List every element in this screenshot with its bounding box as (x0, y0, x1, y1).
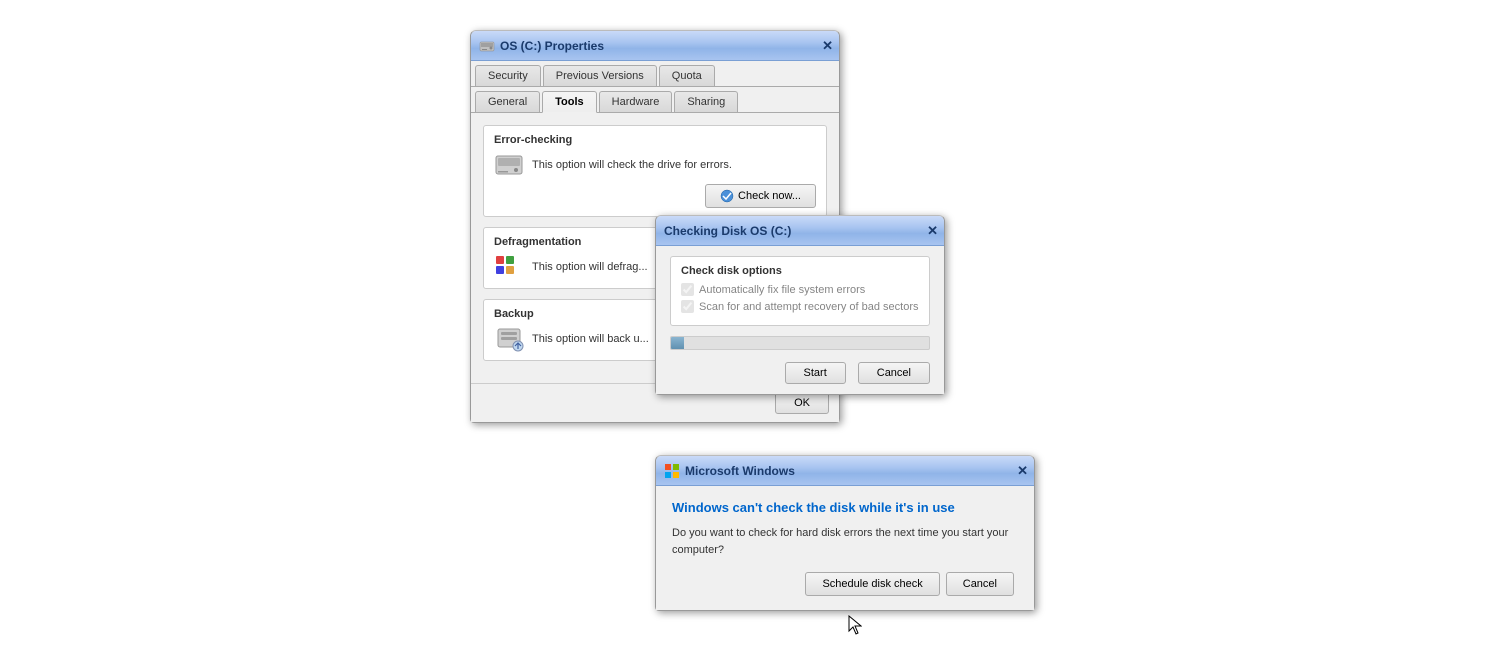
mswindows-dialog: Microsoft Windows ✕ Windows can't check … (655, 455, 1035, 611)
tab-general[interactable]: General (475, 91, 540, 112)
mouse-cursor (848, 615, 862, 635)
defrag-icon (494, 254, 524, 280)
option2-label: Scan for and attempt recovery of bad sec… (699, 301, 919, 313)
error-checking-title: Error-checking (494, 134, 816, 146)
checkdisk-title-bar[interactable]: Checking Disk OS (C:) ✕ (656, 216, 944, 246)
tab-hardware[interactable]: Hardware (599, 91, 673, 112)
check-now-button[interactable]: Check now... (705, 184, 816, 208)
tab-previous-versions[interactable]: Previous Versions (543, 65, 657, 86)
warning-title: Windows can't check the disk while it's … (672, 500, 1018, 515)
group-title: Check disk options (681, 265, 919, 277)
properties-title-text: OS (C:) Properties (479, 38, 604, 54)
mswindows-title-text: Microsoft Windows (664, 463, 795, 479)
checkdisk-body: Check disk options Automatically fix fil… (656, 246, 944, 394)
tab-security[interactable]: Security (475, 65, 541, 86)
tab-sharing[interactable]: Sharing (674, 91, 738, 112)
checkdisk-footer: Start Cancel (670, 360, 930, 384)
warning-text: Do you want to check for hard disk error… (672, 525, 1018, 558)
option2-row: Scan for and attempt recovery of bad sec… (681, 300, 919, 313)
tab-bar: Security Previous Versions Quota General… (471, 61, 839, 113)
windows-logo-icon (664, 463, 680, 479)
checkdisk-close-button[interactable]: ✕ (927, 224, 938, 237)
progress-bar-fill (671, 337, 684, 349)
properties-close-button[interactable]: ✕ (822, 39, 833, 52)
option1-label: Automatically fix file system errors (699, 284, 865, 296)
progress-bar-container (670, 336, 930, 350)
error-checking-row: This option will check the drive for err… (494, 152, 816, 178)
checkdisk-dialog: Checking Disk OS (C:) ✕ Check disk optio… (655, 215, 945, 395)
drive-icon (479, 38, 495, 54)
mswindows-cancel-button[interactable]: Cancel (946, 572, 1014, 596)
backup-icon (494, 326, 524, 352)
schedule-disk-check-button[interactable]: Schedule disk check (805, 572, 939, 596)
checkdisk-cancel-button[interactable]: Cancel (858, 362, 930, 384)
tab-row-2: General Tools Hardware Sharing (471, 87, 839, 113)
check-disk-options-group: Check disk options Automatically fix fil… (670, 256, 930, 326)
check-now-icon (720, 189, 734, 203)
mswindows-title-bar[interactable]: Microsoft Windows ✕ (656, 456, 1034, 486)
hdd-icon (494, 152, 524, 178)
error-checking-description: This option will check the drive for err… (532, 159, 816, 171)
checkdisk-title-text: Checking Disk OS (C:) (664, 224, 791, 238)
tab-quota[interactable]: Quota (659, 65, 715, 86)
option2-checkbox[interactable] (681, 300, 694, 313)
start-button[interactable]: Start (785, 362, 846, 384)
mswindows-footer: Schedule disk check Cancel (672, 572, 1018, 600)
properties-title-bar[interactable]: OS (C:) Properties ✕ (471, 31, 839, 61)
ok-button[interactable]: OK (775, 392, 829, 414)
error-checking-section: Error-checking This option will check th… (483, 125, 827, 217)
tab-row-1: Security Previous Versions Quota (471, 61, 839, 87)
mswindows-close-button[interactable]: ✕ (1017, 464, 1028, 477)
tab-tools[interactable]: Tools (542, 91, 597, 113)
mswindows-body: Windows can't check the disk while it's … (656, 486, 1034, 610)
option1-row: Automatically fix file system errors (681, 283, 919, 296)
check-now-row: Check now... (494, 184, 816, 208)
option1-checkbox[interactable] (681, 283, 694, 296)
